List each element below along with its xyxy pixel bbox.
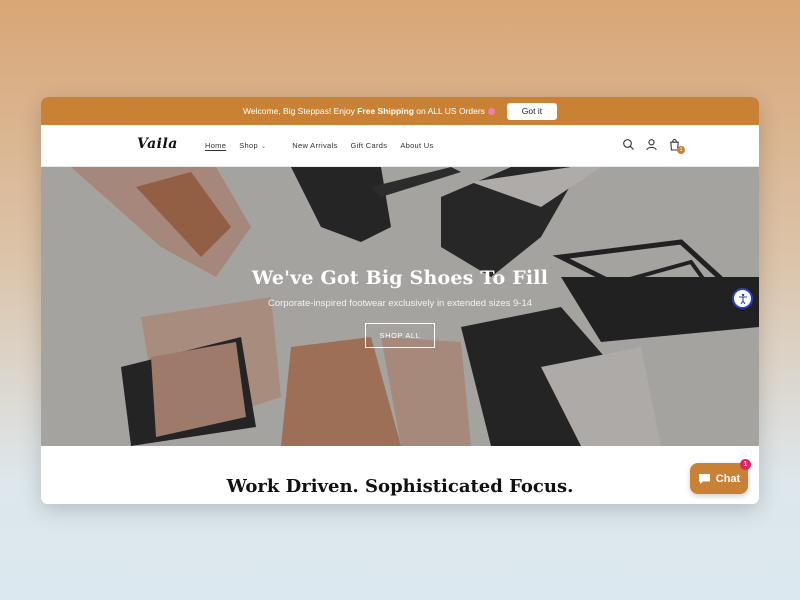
hero-content: We've Got Big Shoes To Fill Corporate-in…: [41, 267, 759, 348]
nav-new-arrivals[interactable]: New Arrivals: [292, 141, 337, 150]
got-it-button[interactable]: Got it: [506, 102, 557, 120]
cart-icon[interactable]: 1: [668, 138, 685, 154]
chat-bubble-icon: [698, 473, 710, 484]
hero-subtitle: Corporate-inspired footwear exclusively …: [267, 298, 533, 309]
account-icon[interactable]: [645, 138, 658, 151]
shop-all-button[interactable]: SHOP ALL: [364, 323, 436, 348]
browser-frame: Welcome, Big Steppas! Enjoy Free Shippin…: [41, 97, 759, 504]
intro-section: Work Driven. Sophisticated Focus.: [41, 446, 759, 504]
hero-title: We've Got Big Shoes To Fill: [251, 267, 549, 289]
section-title: Work Driven. Sophisticated Focus.: [226, 476, 574, 497]
nav-gift-cards[interactable]: Gift Cards: [351, 141, 388, 150]
site-logo[interactable]: Vaila: [137, 136, 178, 152]
chat-badge: 1: [740, 459, 751, 470]
main-nav: Home Shop ⌄ New Arrivals Gift Cards About…: [205, 141, 447, 150]
chat-button[interactable]: Chat 1: [690, 459, 751, 494]
chat-label: Chat: [715, 472, 741, 485]
nav-about-us[interactable]: About Us: [400, 141, 433, 150]
header-icons: 1: [622, 138, 685, 154]
emoji-icon: [487, 108, 495, 115]
hero-banner: We've Got Big Shoes To Fill Corporate-in…: [41, 167, 759, 446]
site-header: Vaila Home Shop ⌄ New Arrivals Gift Cards…: [41, 125, 759, 167]
chevron-down-icon: ⌄: [260, 144, 267, 150]
nav-home[interactable]: Home: [205, 141, 226, 150]
announcement-bar: Welcome, Big Steppas! Enjoy Free Shippin…: [41, 97, 759, 125]
accessibility-icon[interactable]: [732, 288, 753, 309]
search-icon[interactable]: [622, 138, 635, 151]
announcement-text: Welcome, Big Steppas! Enjoy Free Shippin…: [243, 106, 485, 116]
nav-shop[interactable]: Shop ⌄: [239, 141, 279, 150]
cart-count-badge: 1: [677, 146, 685, 154]
